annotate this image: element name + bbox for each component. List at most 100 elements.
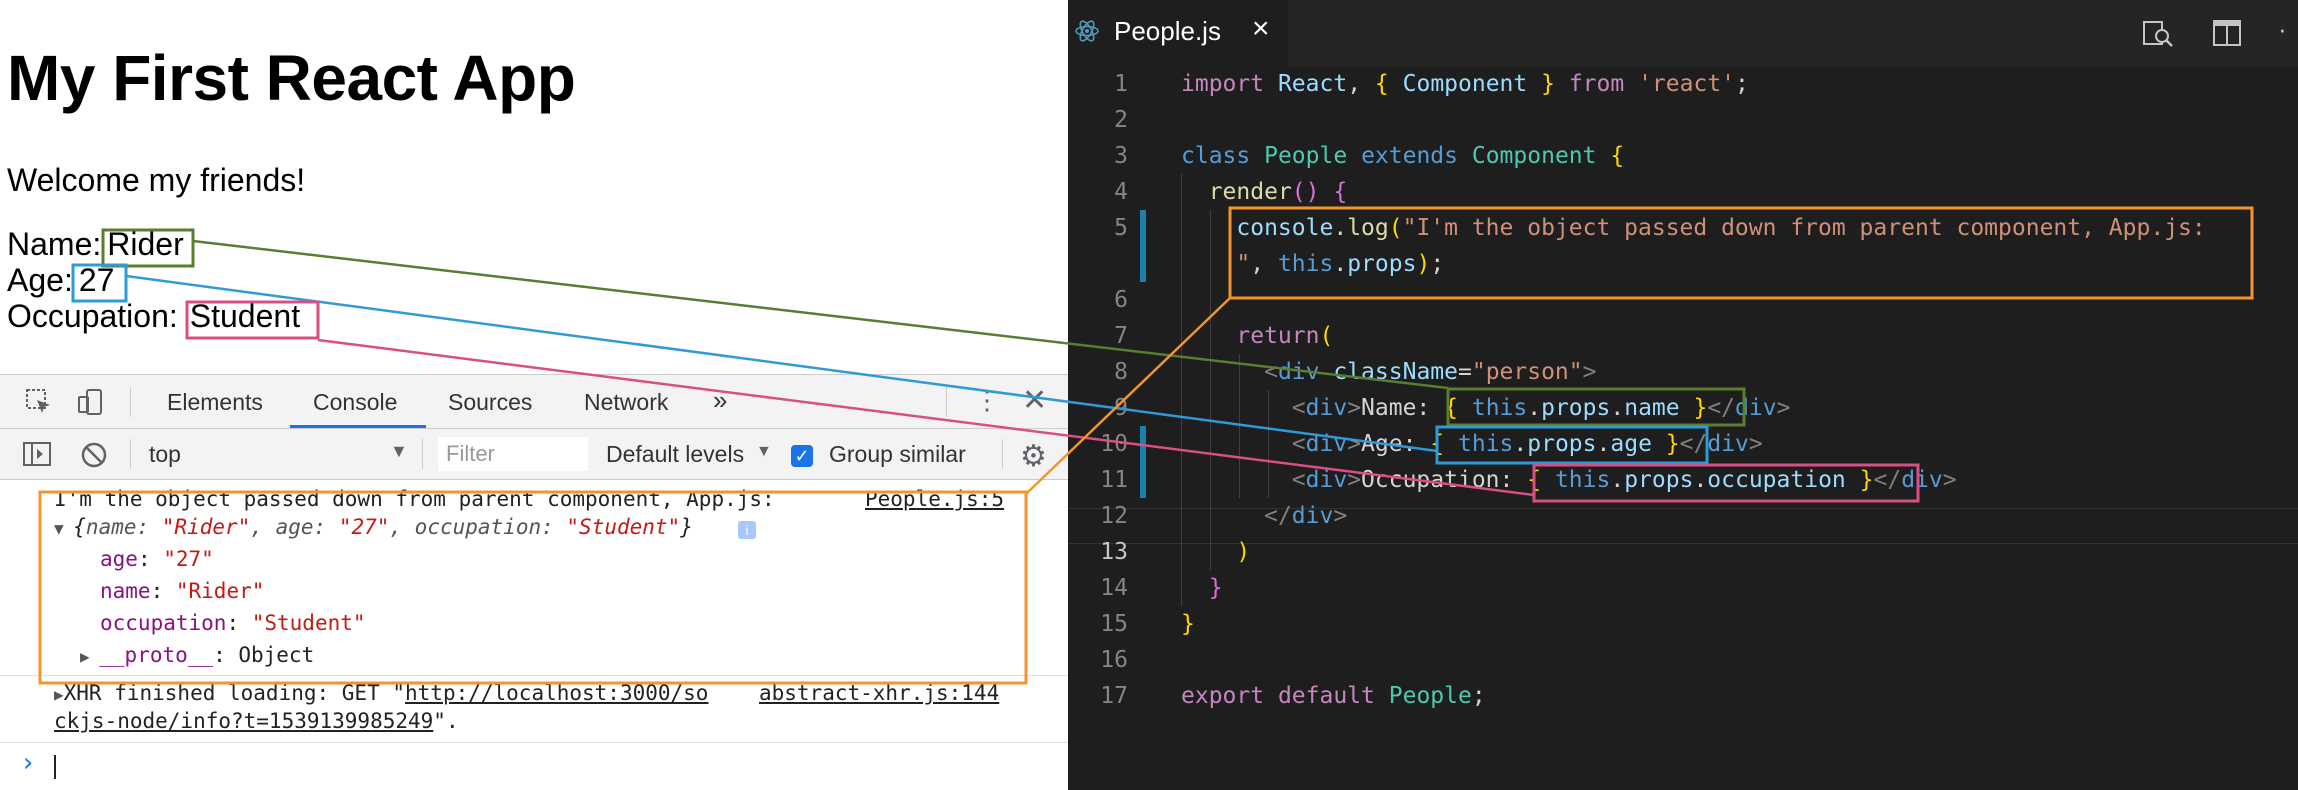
line-number: 17 [1100, 683, 1128, 709]
chevron-down-icon[interactable]: ▼ [756, 443, 772, 461]
modified-line-marker [1140, 210, 1146, 282]
tab-label: People.js [1114, 16, 1221, 46]
devtools-tab-bar: Elements Console Sources Network » ⋮ ✕ [0, 375, 1068, 429]
line-number: 12 [1100, 503, 1128, 529]
name-row: Name: Rider [7, 226, 188, 262]
prop-age: age: "27" [100, 547, 214, 571]
code-line-5-wrap: ", this.props); [1236, 251, 1445, 277]
line-number: 5 [1114, 215, 1128, 241]
device-toolbar-icon[interactable] [76, 387, 106, 423]
context-selector[interactable]: top [149, 441, 181, 468]
group-similar-label: Group similar [829, 441, 966, 467]
name-label: Name: [7, 226, 102, 262]
line-number: 10 [1100, 431, 1128, 457]
code-line-11: <div>Occupation: { this.props.occupation… [1291, 467, 1957, 493]
code-line-14: } [1208, 575, 1223, 601]
age-row: Age: 27 [7, 262, 118, 298]
devtools-panel: Elements Console Sources Network » ⋮ ✕ t… [0, 374, 1068, 790]
filter-input[interactable]: Filter [438, 437, 588, 471]
code-line-17: export default People; [1181, 683, 1486, 709]
code-line-9: <div>Name: { this.props.name }</div> [1291, 395, 1791, 421]
close-icon[interactable]: × [1252, 12, 1270, 46]
console-input[interactable] [54, 755, 56, 779]
code-line-8: <div className="person"> [1264, 359, 1597, 385]
expand-arrow-icon[interactable]: ▶ [54, 685, 64, 704]
line-number: 7 [1114, 323, 1128, 349]
line-number: 13 [1100, 539, 1128, 565]
more-options-icon[interactable]: ⋮ [974, 385, 1000, 416]
tab-network[interactable]: Network [584, 389, 668, 416]
line-number: 6 [1114, 287, 1128, 313]
xhr-message: ▶XHR finished loading: GET "http://local… [54, 681, 709, 705]
log-message: I'm the object passed down from parent c… [54, 487, 775, 511]
xhr-message-cont: ckjs-node/info?t=1539139985249". [54, 709, 459, 733]
separator [422, 439, 423, 469]
find-references-icon[interactable] [2142, 18, 2174, 55]
separator [0, 675, 1068, 676]
code-line-12: </div> [1264, 503, 1348, 529]
more-tabs-button[interactable]: » [713, 385, 727, 416]
close-icon[interactable]: ✕ [1022, 383, 1047, 418]
line-number: 3 [1114, 143, 1128, 169]
modified-line-marker [1140, 426, 1146, 498]
split-editor-icon[interactable] [2212, 18, 2242, 53]
sidebar-toggle-icon[interactable] [22, 441, 52, 473]
group-similar-checkbox[interactable]: ✓ [791, 445, 813, 467]
occupation-label: Occupation: [7, 298, 178, 334]
tab-people-js[interactable]: People.js × [1068, 0, 1288, 66]
line-number: 14 [1100, 575, 1128, 601]
code-line-15: } [1181, 611, 1195, 637]
react-icon [1074, 18, 1100, 51]
info-icon[interactable]: i [738, 521, 756, 539]
code-line-1: import React, { Component } from 'react'… [1181, 71, 1749, 97]
console-prompt-icon: › [20, 748, 36, 778]
chevron-down-icon[interactable]: ▼ [390, 441, 408, 462]
code-line-5: console.log("I'm the object passed down … [1236, 215, 2206, 241]
tab-sources[interactable]: Sources [448, 389, 532, 416]
line-number: 1 [1114, 71, 1128, 97]
line-number: 4 [1114, 179, 1128, 205]
prop-name: name: "Rider" [100, 579, 265, 603]
object-summary[interactable]: ▼ {name: "Rider", age: "27", occupation:… [54, 513, 693, 543]
code-line-4: render() { [1208, 179, 1348, 205]
separator [1002, 439, 1003, 469]
active-tab-indicator [290, 425, 426, 428]
log-levels-dropdown[interactable]: Default levels [606, 441, 744, 468]
separator [130, 387, 131, 417]
line-number: 16 [1100, 647, 1128, 673]
occupation-row: Occupation: Student [7, 298, 304, 334]
code-line-13: ) [1236, 539, 1251, 565]
welcome-text: Welcome my friends! [7, 162, 306, 198]
expand-arrow-icon[interactable]: ▶ [80, 647, 99, 666]
line-number: 11 [1100, 467, 1128, 493]
editor-pane: People.js × · 1 2 3 4 5 6 7 8 9 10 11 12… [1068, 0, 2298, 790]
age-value: 27 [78, 262, 115, 298]
code-line-7: return( [1236, 323, 1334, 349]
expand-arrow-icon[interactable]: ▼ [54, 519, 73, 538]
xhr-source-link[interactable]: abstract-xhr.js:144 [759, 679, 999, 707]
separator [946, 387, 947, 417]
inspect-element-icon[interactable] [24, 387, 54, 423]
separator [0, 742, 1068, 743]
log-source-link[interactable]: People.js:5 [865, 485, 1004, 513]
tab-console[interactable]: Console [313, 389, 397, 416]
code-line-3: class People extends Component { [1181, 143, 1625, 169]
page-title: My First React App [7, 42, 576, 114]
line-number: 15 [1100, 611, 1128, 637]
console-toolbar: top ▼ Filter Default levels ▼ ✓ Group si… [0, 429, 1068, 480]
browser-pane: My First React App Welcome my friends! N… [0, 0, 1068, 790]
line-number: 9 [1114, 395, 1128, 421]
age-label: Age: [7, 262, 73, 298]
tab-elements[interactable]: Elements [167, 389, 263, 416]
gear-icon[interactable]: ⚙ [1020, 439, 1047, 474]
line-number: 8 [1114, 359, 1128, 385]
more-actions-icon[interactable]: · [2278, 14, 2287, 45]
clear-console-icon[interactable] [80, 441, 108, 475]
prop-proto[interactable]: ▶ __proto__: Object [80, 641, 314, 671]
name-value: Rider [107, 226, 184, 262]
prop-occupation: occupation: "Student" [100, 611, 366, 635]
code-line-10: <div>Age: { this.props.age }</div> [1291, 431, 1763, 457]
separator [130, 439, 131, 469]
occupation-value: Student [189, 298, 301, 334]
line-number: 2 [1114, 107, 1128, 133]
